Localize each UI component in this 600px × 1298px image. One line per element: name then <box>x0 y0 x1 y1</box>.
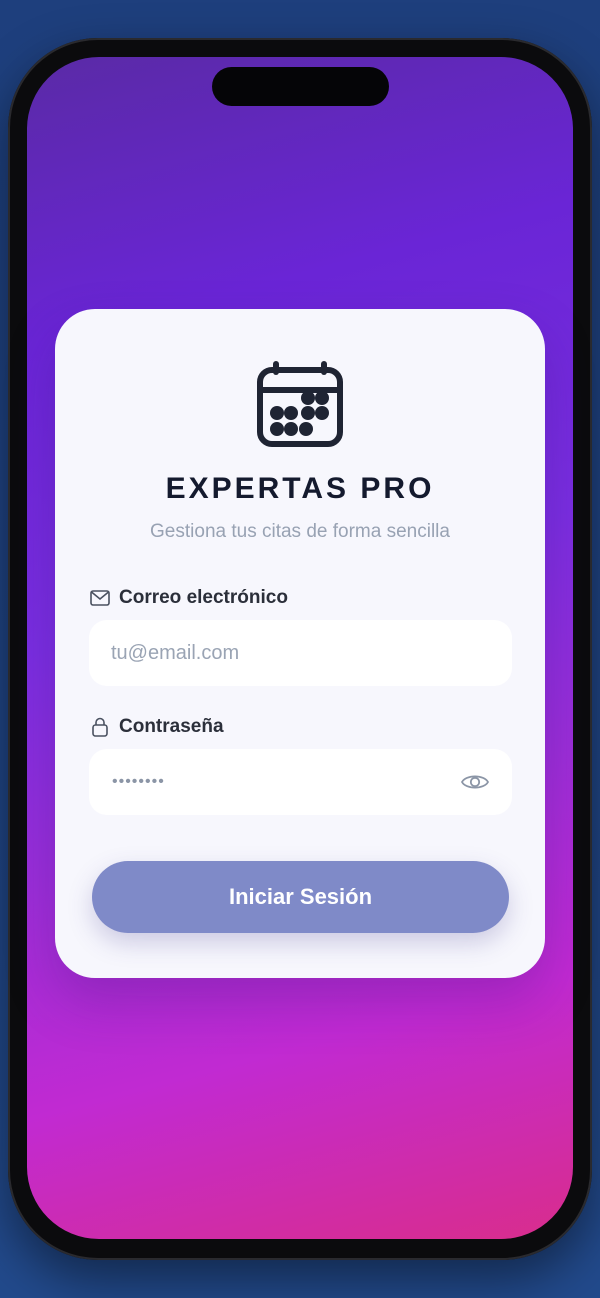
password-masked-value: •••••••• <box>112 773 165 790</box>
app-subtitle: Gestiona tus citas de forma sencilla <box>150 521 450 542</box>
calendar-icon <box>257 361 343 447</box>
lock-icon <box>92 717 108 737</box>
email-label-text: Correo electrónico <box>119 587 288 608</box>
app-title: EXPERTAS PRO <box>165 472 435 505</box>
login-button[interactable]: Iniciar Sesión <box>92 861 509 933</box>
phone-notch <box>212 67 389 106</box>
mail-icon <box>90 590 110 606</box>
password-label-text: Contraseña <box>119 716 224 737</box>
eye-icon[interactable] <box>460 771 490 793</box>
email-label: Correo electrónico <box>89 585 288 611</box>
email-input[interactable] <box>89 620 512 686</box>
login-card: EXPERTAS PRO Gestiona tus citas de forma… <box>55 309 545 978</box>
password-label: Contraseña <box>89 714 224 740</box>
